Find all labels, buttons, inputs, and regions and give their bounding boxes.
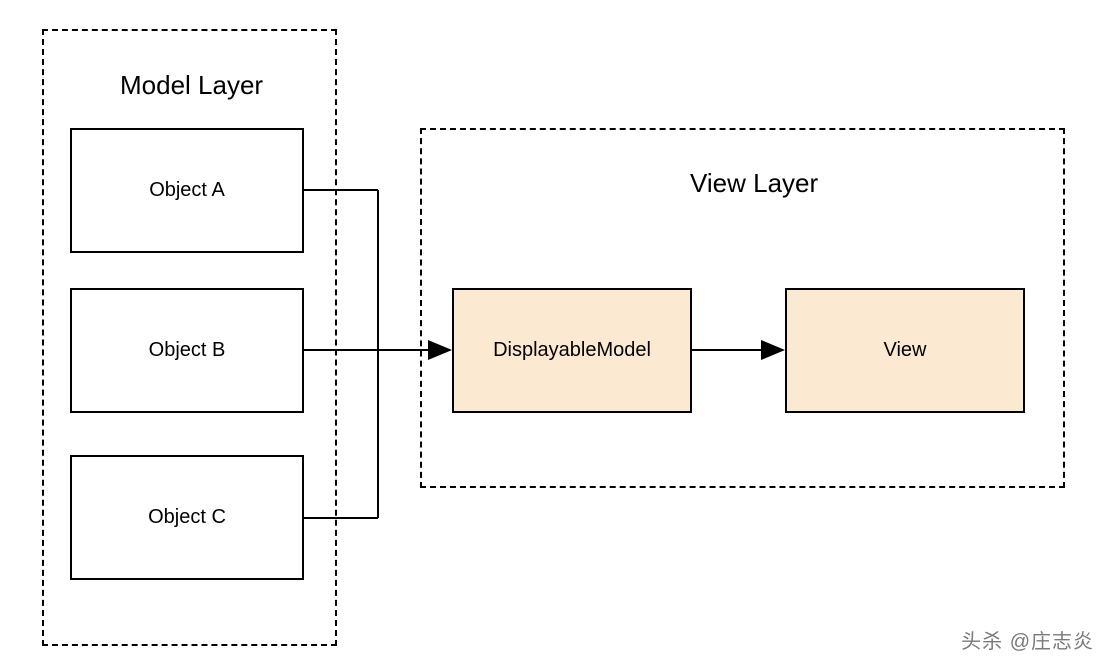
- view-layer-title: View Layer: [690, 168, 818, 199]
- node-view-label: View: [884, 339, 927, 362]
- watermark: 头杀 @庄志炎: [961, 625, 1094, 654]
- node-object-a-label: Object A: [149, 179, 225, 202]
- node-object-b: Object B: [70, 288, 304, 413]
- model-layer-title: Model Layer: [120, 70, 263, 101]
- node-displayable-model-label: DisplayableModel: [493, 339, 651, 362]
- node-object-c-label: Object C: [148, 506, 226, 529]
- node-displayable-model: DisplayableModel: [452, 288, 692, 413]
- node-object-b-label: Object B: [149, 339, 226, 362]
- node-view: View: [785, 288, 1025, 413]
- node-object-c: Object C: [70, 455, 304, 580]
- node-object-a: Object A: [70, 128, 304, 253]
